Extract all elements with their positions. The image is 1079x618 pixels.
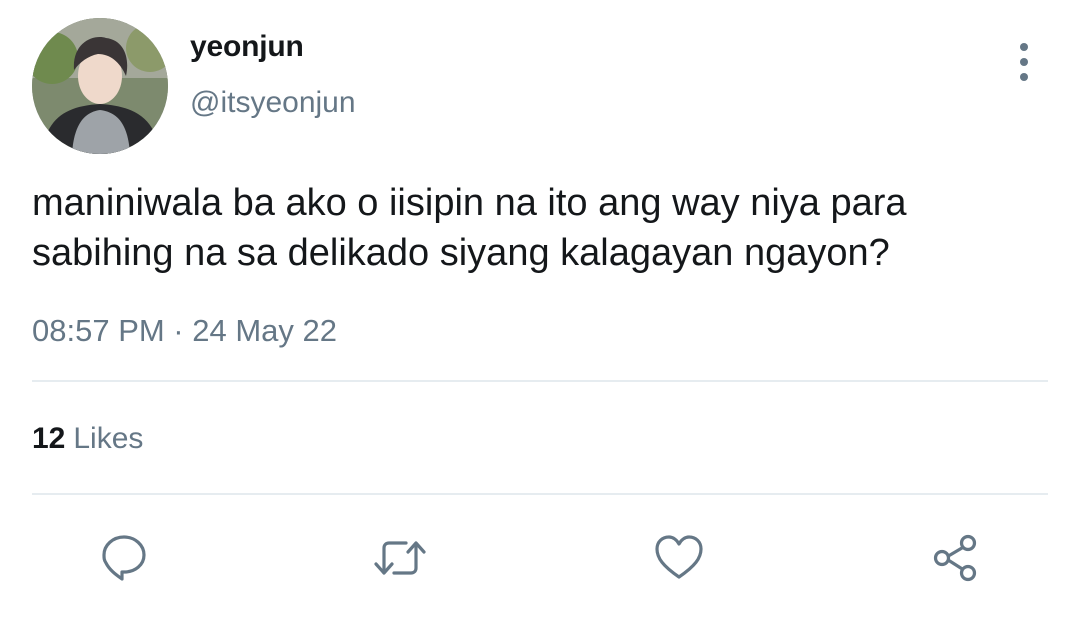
tweet-detail: yeonjun @itsyeonjun maniniwala ba ako o … (0, 0, 1079, 618)
share-button[interactable] (928, 530, 984, 586)
likes-stat[interactable]: 12 Likes (32, 422, 143, 456)
retweet-arrows-icon (374, 541, 426, 575)
avatar[interactable] (32, 18, 168, 154)
divider (32, 493, 1048, 495)
avatar-photo (32, 18, 168, 154)
likes-label: Likes (73, 422, 144, 455)
share-nodes-icon (933, 534, 977, 582)
more-options-dot (1020, 58, 1028, 66)
heart-icon (655, 535, 703, 579)
retweet-button[interactable] (372, 530, 428, 586)
like-button[interactable] (651, 530, 707, 586)
more-options-dot (1020, 73, 1028, 81)
likes-count: 12 (32, 422, 66, 455)
more-options-icon (1020, 43, 1028, 51)
tweet-text: maniniwala ba ako o iisipin na ito ang w… (32, 182, 907, 274)
display-name[interactable]: yeonjun (190, 30, 304, 64)
reply-button[interactable] (96, 530, 152, 586)
more-options-button[interactable] (1006, 40, 1042, 84)
speech-bubble-icon (102, 535, 146, 581)
user-handle[interactable]: @itsyeonjun (190, 86, 356, 120)
tweet-timestamp[interactable]: 08:57 PM · 24 May 22 (32, 313, 337, 349)
divider (32, 380, 1048, 382)
